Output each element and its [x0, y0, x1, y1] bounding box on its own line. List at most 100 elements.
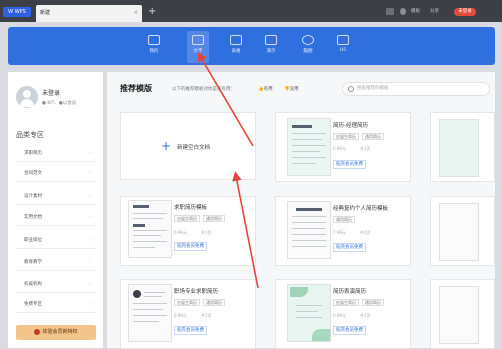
- template-title[interactable]: 简历-经理简历: [333, 121, 368, 129]
- window-layout-icon[interactable]: [386, 8, 394, 15]
- chevron-right-icon: ›: [89, 171, 91, 176]
- search-placeholder: 搜索推荐的模板: [357, 86, 389, 91]
- titlebar-item-template[interactable]: 模板: [411, 8, 420, 14]
- template-thumbnail[interactable]: [128, 200, 172, 258]
- h5-icon: [337, 35, 349, 45]
- mindmap-icon: [302, 35, 314, 45]
- template-card-partial[interactable]: [430, 112, 495, 182]
- vip-free-button[interactable]: 稻壳会员免费: [333, 326, 366, 335]
- template-thumbnail[interactable]: [439, 119, 479, 177]
- template-tag: 通用简历: [362, 133, 384, 140]
- tab-close-icon[interactable]: ×: [134, 5, 138, 22]
- template-thumbnail[interactable]: [128, 284, 172, 342]
- category-item-education[interactable]: 教育教学 ›: [16, 255, 96, 271]
- useful-yes-label: 有用: [263, 87, 273, 92]
- template-tag: 应届生简历: [174, 215, 200, 222]
- category-label: 求职简历: [24, 151, 42, 156]
- category-label: 权威机构: [24, 282, 42, 287]
- chevron-right-icon: ›: [89, 215, 91, 220]
- category-item-design[interactable]: 设计素材 ›: [16, 189, 96, 205]
- template-price: 0.99元: [333, 313, 346, 318]
- chevron-right-icon: ›: [89, 194, 91, 199]
- template-tag: 通用简历: [203, 215, 225, 222]
- template-pages: 共1页: [201, 230, 212, 235]
- avatar-body: [20, 99, 34, 107]
- app-button-h5[interactable]: H5: [332, 31, 354, 63]
- category-label: 免费专区: [24, 302, 42, 307]
- template-pages: 共1页: [360, 146, 371, 151]
- tab-label: 新建: [40, 10, 51, 16]
- category-item-resume[interactable]: 求职简历 ›: [16, 146, 96, 162]
- template-pages: 共1页: [201, 313, 212, 318]
- vip-free-button[interactable]: 稻壳会员免费: [174, 242, 207, 251]
- vip-free-button[interactable]: 稻壳会员免费: [333, 243, 366, 252]
- template-title[interactable]: 职场专业求职简历: [174, 287, 218, 295]
- template-tag: 应届生简历: [333, 299, 359, 306]
- app-button-presentation[interactable]: 演示: [260, 31, 282, 63]
- skin-icon[interactable]: [400, 8, 406, 15]
- template-thumbnail[interactable]: [287, 118, 331, 176]
- chevron-right-icon: ›: [89, 282, 91, 287]
- avatar[interactable]: [16, 86, 38, 108]
- chevron-right-icon: ›: [89, 238, 91, 243]
- app-button-mine[interactable]: 我的: [143, 31, 165, 63]
- template-tag: 应届生简历: [174, 299, 200, 306]
- vip-trial-label: 体验会员新特权: [42, 329, 78, 335]
- wps-logo[interactable]: W WPS: [3, 7, 31, 17]
- new-tab-icon[interactable]: +: [148, 6, 156, 17]
- login-button[interactable]: 未登录: [454, 8, 476, 16]
- useful-no-label: 没用: [289, 87, 299, 92]
- tab-new[interactable]: 新建 ×: [36, 5, 142, 22]
- template-search-input[interactable]: 搜索推荐的模板: [342, 82, 490, 96]
- chevron-right-icon: ›: [89, 302, 91, 307]
- app-button-writer[interactable]: 文字: [187, 31, 209, 63]
- useful-yes-button[interactable]: 👍有用: [258, 86, 273, 92]
- template-price: 0.99元: [174, 313, 187, 318]
- template-thumbnail[interactable]: [439, 286, 479, 344]
- avatar-head: [23, 90, 31, 98]
- new-blank-document-card[interactable]: + 新建空白文档: [120, 112, 256, 180]
- vip-free-button[interactable]: 稻壳会员免费: [174, 326, 207, 335]
- vip-trial-button[interactable]: 体验会员新特权: [16, 325, 96, 340]
- app-button-label: 文字: [193, 49, 203, 54]
- app-button-label: 表格: [231, 49, 241, 54]
- template-card-partial[interactable]: [430, 196, 495, 266]
- vip-free-button[interactable]: 稻壳会员免费: [333, 160, 366, 169]
- app-button-mindmap[interactable]: 脑图: [297, 31, 319, 63]
- app-button-spreadsheet[interactable]: 表格: [225, 31, 247, 63]
- template-pages: 共1页: [360, 230, 371, 235]
- app-type-bar: [8, 27, 495, 65]
- category-item-authority[interactable]: 权威机构 ›: [16, 277, 96, 293]
- category-label: 教育教学: [24, 260, 42, 265]
- template-thumbnail[interactable]: [439, 203, 479, 261]
- app-button-label: 演示: [266, 49, 276, 54]
- useful-no-button[interactable]: 👎没用: [284, 86, 299, 92]
- new-blank-label: 新建空白文档: [177, 145, 211, 151]
- vip-icon: [34, 328, 41, 335]
- template-pages: 共1页: [360, 313, 371, 318]
- category-item-free[interactable]: 免费专区 ›: [16, 297, 96, 313]
- template-thumbnail[interactable]: [287, 201, 331, 259]
- feedback-hint: 以下的推荐模板对你是否有用：: [172, 87, 235, 92]
- plus-icon: +: [161, 139, 172, 153]
- user-name[interactable]: 未登录: [42, 88, 60, 97]
- document-icon: [192, 35, 204, 45]
- category-label: 设计素材: [24, 194, 42, 199]
- template-thumbnail[interactable]: [287, 284, 331, 342]
- template-title[interactable]: 求职简历模板: [174, 203, 207, 211]
- template-title[interactable]: 经典复约个人简历模板: [333, 204, 388, 212]
- template-title[interactable]: 简历表演简历: [333, 287, 366, 295]
- category-item-practical[interactable]: 实用文档 ›: [16, 210, 96, 226]
- category-title: 品类专区: [16, 131, 44, 139]
- category-label: 职业岗位: [24, 238, 42, 243]
- chevron-right-icon: ›: [89, 260, 91, 265]
- category-label: 实用文档: [24, 215, 42, 220]
- category-item-contract[interactable]: 合同范文 ›: [16, 166, 96, 182]
- template-tag: 通用简历: [362, 299, 384, 306]
- category-item-career[interactable]: 职业岗位 ›: [16, 233, 96, 249]
- table-icon: [230, 35, 242, 45]
- template-card-partial[interactable]: [430, 279, 495, 349]
- template-price: 0.99元: [333, 146, 346, 151]
- template-tag: 通用简历: [203, 299, 225, 306]
- titlebar-item-share[interactable]: 分享: [430, 8, 439, 14]
